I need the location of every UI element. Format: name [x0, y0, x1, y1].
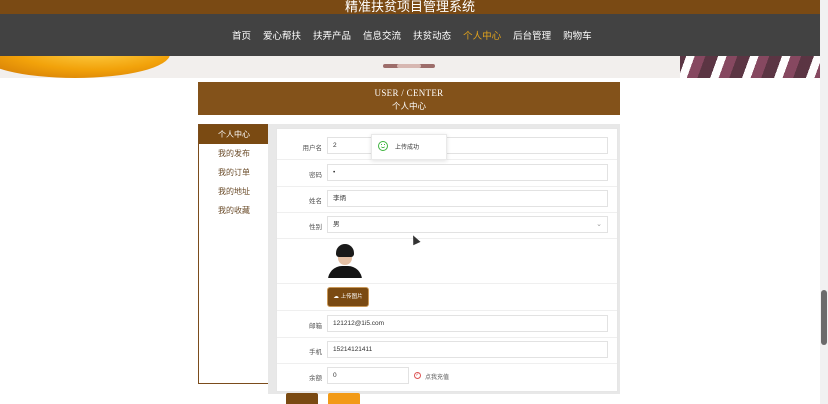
email-label: 邮箱 [309, 322, 322, 330]
row-divider [277, 310, 617, 311]
sidebar-item-my-posts[interactable]: 我的发布 [199, 144, 268, 163]
update-button[interactable] [286, 393, 318, 404]
gender-label: 性别 [309, 223, 322, 231]
nav-item-charity[interactable]: 爱心帮扶 [263, 28, 301, 42]
row-divider [277, 159, 617, 160]
nav-item-forum[interactable]: 信息交流 [363, 28, 401, 42]
name-field[interactable]: 李炳 [327, 190, 608, 207]
nav-item-cart[interactable]: 购物车 [563, 28, 592, 42]
scrollbar-thumb[interactable] [821, 290, 827, 345]
sidebar-item-my-orders[interactable]: 我的订单 [199, 163, 268, 182]
phone-field[interactable]: 15214121411 [327, 341, 608, 358]
password-label: 密码 [309, 171, 322, 179]
row-divider [277, 212, 617, 213]
row-divider [277, 363, 617, 364]
smile-icon [378, 141, 388, 151]
balance-label: 余额 [309, 374, 322, 382]
banner-fruit-graphic [0, 56, 170, 78]
toast-message: 上传成功 [395, 144, 420, 151]
avatar [327, 242, 363, 278]
row-divider [277, 238, 617, 239]
gender-select[interactable]: 男 ⌄ [327, 216, 608, 233]
banner-image [0, 56, 820, 78]
name-label: 姓名 [309, 197, 322, 205]
nav-menu: 首页 爱心帮扶 扶弄产品 信息交流 扶贫动态 个人中心 后台管理 购物车 [232, 14, 604, 56]
nav-item-user-center[interactable]: 个人中心 [463, 28, 501, 42]
password-field[interactable]: • [327, 164, 608, 181]
recharge-icon[interactable]: ✓ [414, 372, 421, 379]
upload-image-button[interactable]: ☁ 上传图片 [327, 287, 369, 307]
nav-item-home[interactable]: 首页 [232, 28, 251, 42]
site-title: 精准扶贫项目管理系统 [344, 0, 475, 15]
balance-field[interactable]: 0 [327, 367, 409, 384]
chevron-down-icon: ⌄ [596, 221, 602, 228]
top-title-strip: 精准扶贫项目管理系统 [0, 0, 820, 15]
carousel-indicator[interactable] [383, 64, 435, 68]
sidebar-item-user-center[interactable]: 个人中心 [199, 125, 268, 144]
logout-button[interactable] [328, 393, 360, 404]
nav-item-admin[interactable]: 后台管理 [513, 28, 551, 42]
row-divider [277, 337, 617, 338]
row-divider [277, 283, 617, 284]
phone-label: 手机 [309, 348, 322, 356]
upload-button-label: 上传图片 [340, 294, 363, 300]
section-title-cn: 个人中心 [391, 102, 426, 112]
page-scrollbar[interactable] [820, 0, 828, 404]
user-sidebar: 个人中心 我的发布 我的订单 我的地址 我的收藏 [198, 124, 269, 384]
upload-success-toast: 上传成功 [371, 134, 447, 160]
gender-value: 男 [333, 221, 340, 228]
recharge-link[interactable]: 点我充值 [425, 372, 449, 381]
profile-form: 用户名 2 密码 • 姓名 李炳 性别 男 ⌄ ☁ 上传图片 邮箱 121212… [276, 128, 618, 392]
page-section-header: USER / CENTER 个人中心 [198, 82, 620, 115]
nav-item-news[interactable]: 扶贫动态 [413, 28, 451, 42]
cloud-upload-icon: ☁ [333, 294, 339, 300]
sidebar-item-my-favorites[interactable]: 我的收藏 [199, 201, 268, 220]
username-label: 用户名 [302, 144, 323, 152]
section-title-en: USER / CENTER [374, 88, 444, 98]
banner-dessert-graphic [680, 56, 820, 78]
email-field[interactable]: 121212@1i5.com [327, 315, 608, 332]
main-navbar: 首页 爱心帮扶 扶弄产品 信息交流 扶贫动态 个人中心 后台管理 购物车 [0, 14, 820, 56]
sidebar-item-my-address[interactable]: 我的地址 [199, 182, 268, 201]
username-field[interactable]: 2 [327, 137, 608, 154]
nav-item-products[interactable]: 扶弄产品 [313, 28, 351, 42]
row-divider [277, 186, 617, 187]
